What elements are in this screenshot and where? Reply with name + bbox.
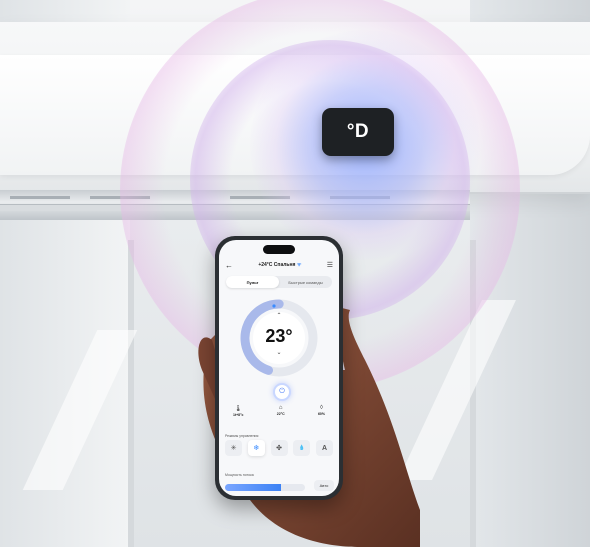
mode-dry-button[interactable]: 💧 xyxy=(293,440,311,456)
chevron-up-icon[interactable]: ⌃ xyxy=(239,312,319,319)
air-conditioner-unit xyxy=(0,0,590,240)
dynamic-island xyxy=(263,245,295,254)
flow-label: Мощность потока xyxy=(225,473,254,477)
target-temperature: 23° xyxy=(265,326,293,346)
ac-front-panel xyxy=(0,55,590,175)
sliders-icon[interactable]: ☰ xyxy=(327,261,333,269)
tab-remote[interactable]: Пульт xyxy=(226,276,279,288)
wifi-icon: ᯤ xyxy=(296,262,302,268)
stat-indoor: ⌂ 22°C xyxy=(276,405,285,416)
vent-slat xyxy=(330,196,390,199)
flow-slider-fill xyxy=(225,484,281,491)
thermostat-dial[interactable]: ⌃ 23° ⌄ xyxy=(239,298,319,378)
stat-outdoor: 🌡 1t+8°c xyxy=(233,406,244,417)
stat-humidity: ◊ 60% xyxy=(317,405,325,416)
droplet-icon: ◊ xyxy=(319,405,323,411)
home-temp-icon: ⌂ xyxy=(278,405,283,411)
app-screen: ← +24°C Спальня ᯤ ☰ Пульт Быстрые команд… xyxy=(219,240,339,496)
vent-slat xyxy=(10,196,70,199)
device-logo: °D xyxy=(346,121,370,142)
sun-icon: ✳ xyxy=(230,445,237,452)
ac-vent xyxy=(0,190,470,220)
app-header: ← +24°C Спальня ᯤ ☰ xyxy=(219,259,339,271)
flow-slider[interactable] xyxy=(225,484,305,491)
room-title: +24°C Спальня ᯤ xyxy=(258,262,302,268)
auto-icon: A xyxy=(321,444,328,452)
drop-icon: 💧 xyxy=(298,445,305,451)
mode-tabs: Пульт Быстрые команды xyxy=(226,276,332,288)
thermometer-icon: 🌡 xyxy=(234,406,243,412)
arrow-left-icon[interactable]: ← xyxy=(225,261,233,270)
smartphone: ← +24°C Спальня ᯤ ☰ Пульт Быстрые команд… xyxy=(215,236,343,500)
auto-button[interactable]: Авто xyxy=(314,480,334,491)
chevron-down-icon[interactable]: ⌄ xyxy=(239,349,319,356)
mode-fan-button[interactable]: ✤ xyxy=(270,440,288,456)
window-mullion xyxy=(128,240,134,547)
background-scene: °D ← +24°C Спальня ᯤ ☰ Пульт Быстрые ком… xyxy=(0,0,590,547)
mode-cool-button[interactable]: ❄ xyxy=(247,440,265,456)
fan-icon: ✤ xyxy=(276,445,282,452)
power-button[interactable]: ⏻ xyxy=(273,383,291,401)
mode-buttons: ✳ ❄ ✤ 💧 A xyxy=(225,440,333,456)
vent-slat xyxy=(90,196,150,199)
mode-sun-button[interactable]: ✳ xyxy=(225,440,242,456)
vent-slat xyxy=(230,196,290,199)
modes-label: Режимы управления xyxy=(225,434,259,438)
power-icon: ⏻ xyxy=(279,388,285,395)
tab-quick-commands[interactable]: Быстрые команды xyxy=(279,276,332,288)
stats-row: 🌡 1t+8°c ⌂ 22°C ◊ 60% xyxy=(233,405,325,417)
vent-louver xyxy=(0,204,470,211)
snowflake-icon: ❄ xyxy=(253,445,260,452)
mode-auto-button[interactable]: A xyxy=(316,440,333,456)
smart-module-device: °D xyxy=(322,108,394,156)
